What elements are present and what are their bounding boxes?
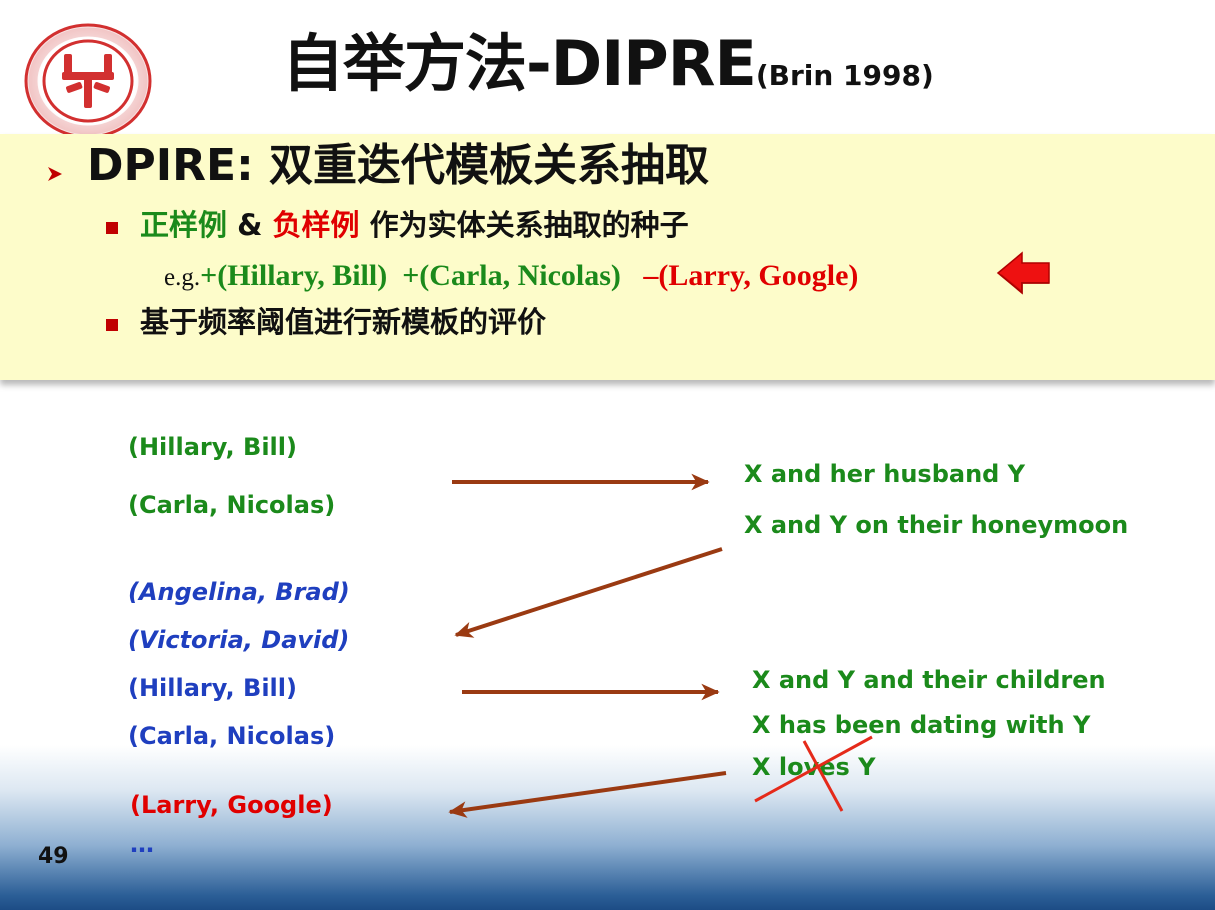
tuple-victoria: (Victoria, David) (128, 626, 350, 654)
brown-arrow-icon (448, 771, 727, 818)
pattern-5: X loves Y (752, 753, 876, 781)
bullet-rest: 作为实体关系抽取的种子 (359, 208, 689, 242)
tuple-carla: (Carla, Nicolas) (128, 722, 336, 750)
pattern-1: X and her husband Y (744, 460, 1026, 488)
page-number: 49 (38, 844, 69, 869)
example-neg-1: –(Larry, Google) (643, 259, 859, 292)
slide-title: 自举方法-DIPRE(Brin 1998) (282, 27, 934, 100)
seed-pair-2: (Carla, Nicolas) (128, 491, 336, 519)
bullet-evaluation: 基于频率阈值进行新模板的评价 (140, 305, 547, 339)
example-pos-1: +(Hillary, Bill) (200, 259, 388, 292)
square-bullet-icon (106, 222, 118, 234)
square-bullet-icon (106, 319, 118, 331)
amp-text: & (227, 208, 273, 242)
positive-label: 正样例 (140, 208, 228, 242)
negative-label: 负样例 (272, 208, 360, 242)
pattern-4: X has been dating with Y (752, 711, 1091, 739)
example-pos-2: +(Carla, Nicolas) (402, 259, 621, 292)
main-heading: DPIRE: 双重迭代模板关系抽取 (87, 140, 709, 191)
seed-pair-1: (Hillary, Bill) (128, 433, 297, 461)
pattern-2: X and Y on their honeymoon (744, 511, 1129, 539)
university-logo-icon (22, 22, 154, 140)
bullet-seeds: 正样例 & 负样例 作为实体关系抽取的种子 (140, 208, 689, 243)
pattern-3: X and Y and their children (752, 666, 1106, 694)
tuple-angelina: (Angelina, Brad) (128, 578, 350, 606)
tuple-hillary: (Hillary, Bill) (128, 674, 297, 702)
red-left-arrow-icon (996, 250, 1052, 296)
brown-arrow-icon (454, 547, 723, 638)
ellipsis-text: … (130, 830, 154, 858)
example-line: e.g.+(Hillary, Bill) +(Carla, Nicolas) –… (164, 258, 858, 294)
bullet-arrow-icon (44, 163, 66, 191)
title-main: 自举方法-DIPRE (282, 27, 757, 100)
negative-tuple: (Larry, Google) (130, 791, 333, 819)
example-prefix: e.g. (164, 264, 201, 291)
title-sub: (Brin 1998) (755, 59, 934, 92)
